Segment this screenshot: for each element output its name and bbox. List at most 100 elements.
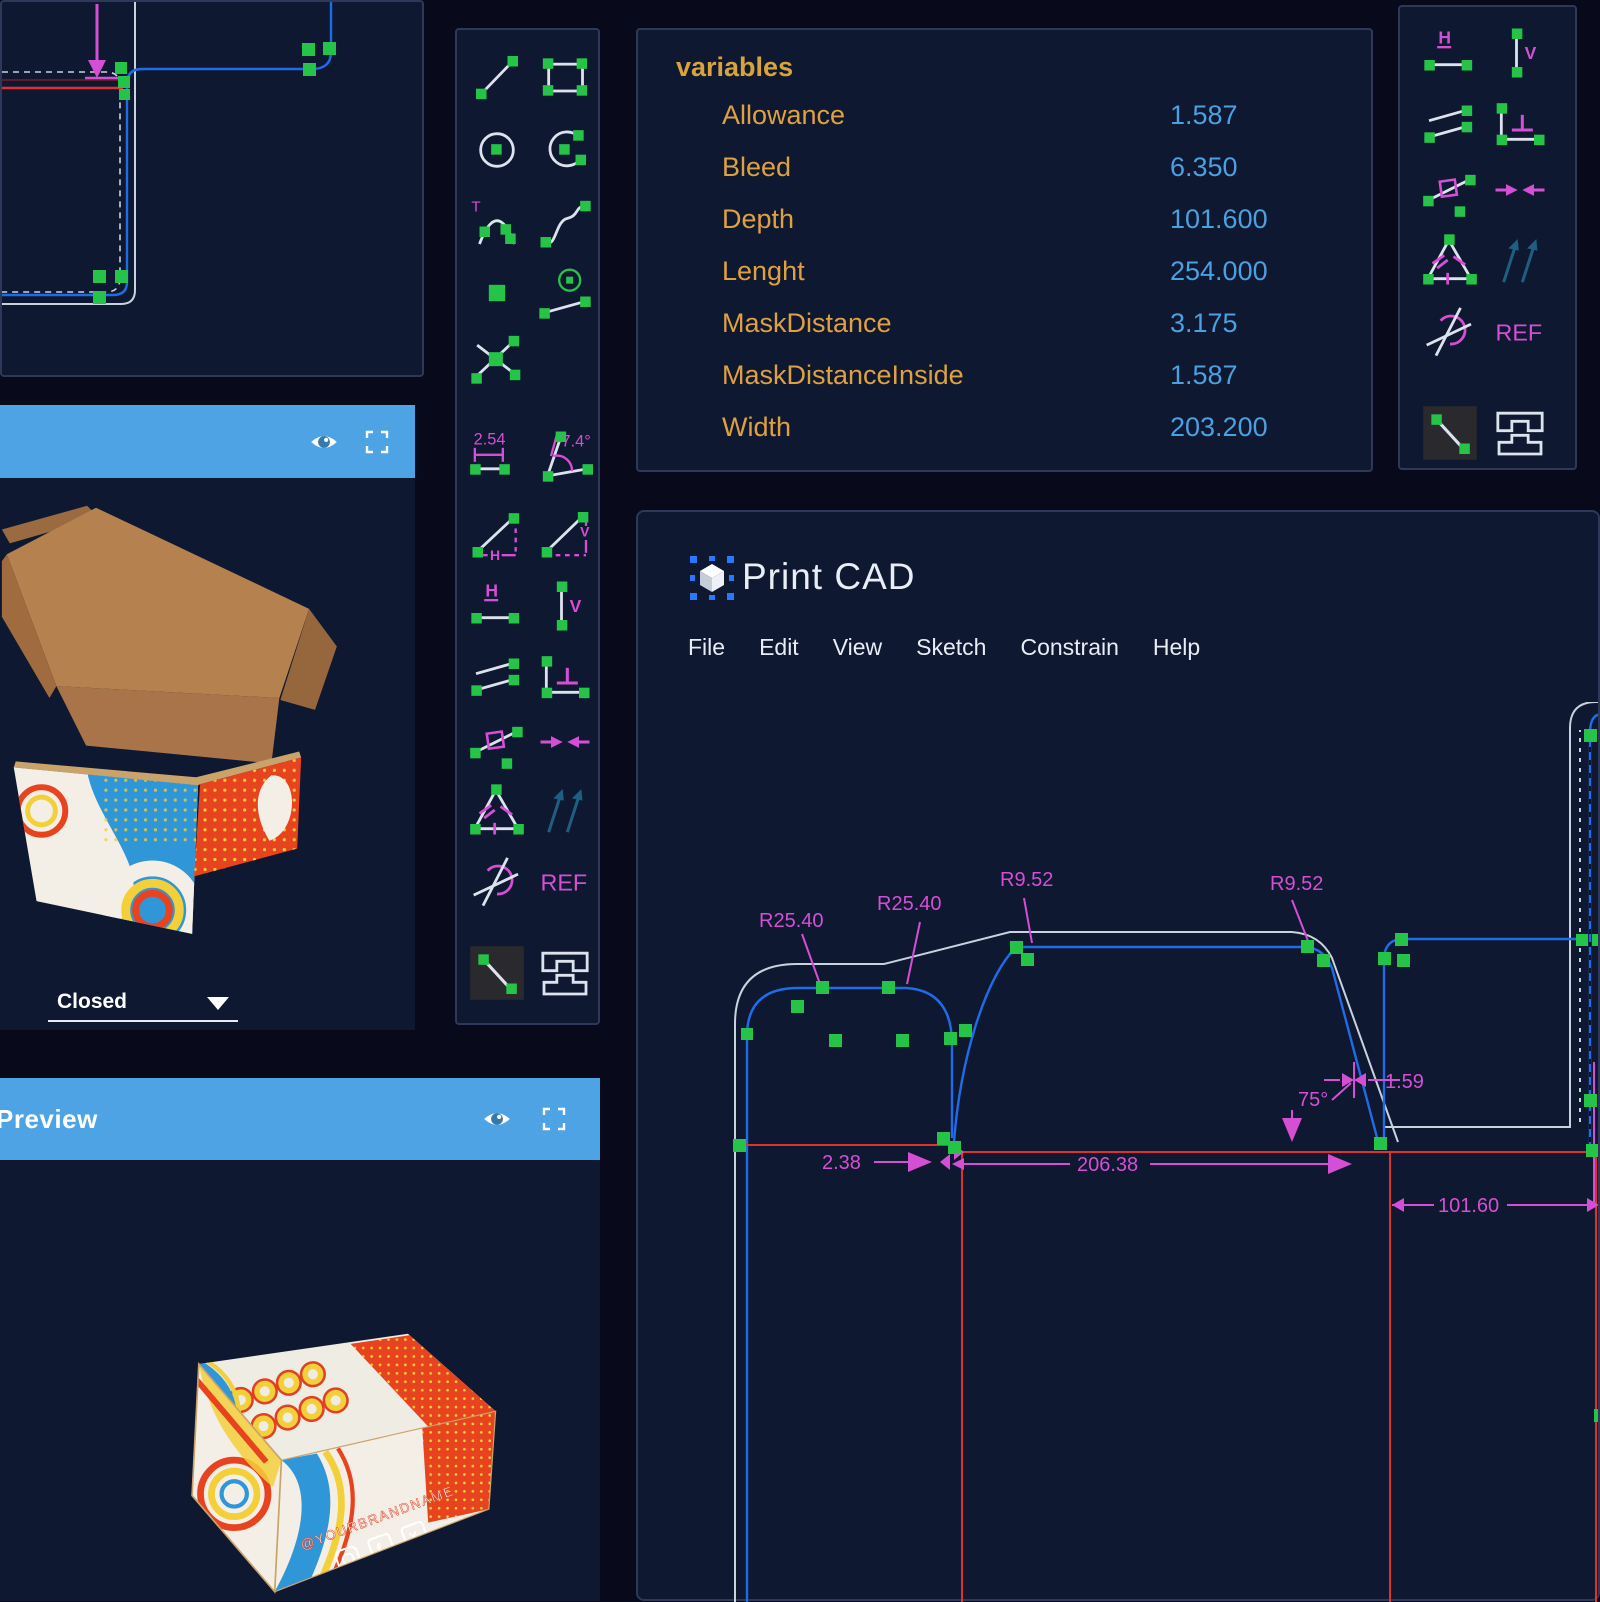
print-cad-logo [690, 556, 734, 600]
preview-panel-closed-header: Preview [0, 1078, 600, 1160]
menu-edit[interactable]: Edit [759, 634, 799, 661]
preview-panel-closed: Preview [0, 1078, 600, 1601]
open-box-3d-view[interactable] [0, 478, 415, 1030]
tool-dimension-angle[interactable]: 7.4° [537, 428, 593, 484]
svg-text:H: H [1438, 28, 1451, 48]
menu-view[interactable]: View [833, 634, 882, 661]
variable-name: Depth [722, 204, 794, 235]
tool-cross-lines[interactable] [469, 330, 525, 386]
fullscreen-icon[interactable] [365, 430, 389, 454]
tool-constraint-direction[interactable] [1492, 232, 1548, 288]
tool-spline[interactable] [537, 195, 593, 251]
tool-constraint-perpendicular[interactable] [1492, 95, 1548, 151]
variable-name: Bleed [722, 152, 791, 183]
corner-sketch-panel [0, 0, 424, 377]
dim-length-label: 2.38 [822, 1152, 861, 1174]
menu-constrain[interactable]: Constrain [1020, 634, 1118, 661]
svg-text:REF: REF [1496, 320, 1543, 346]
variables-title: variables [676, 52, 793, 83]
preview-panel-open: Closed [0, 405, 415, 1030]
tool-extrude[interactable] [1492, 405, 1548, 461]
dimension-annotations: R25.40 R25.40 R9.52 R9.52 2.38 206.38 1.… [759, 869, 1598, 1217]
menu-file[interactable]: File [688, 634, 725, 661]
tool-active-line[interactable] [1422, 405, 1478, 461]
tool-constraint-symmetric[interactable] [469, 782, 525, 838]
preview-panel-title: Preview [0, 1104, 98, 1135]
preview-panel-open-header [0, 405, 415, 478]
tool-reference-toggle[interactable]: REF [537, 852, 593, 908]
variable-value[interactable]: 3.175 [1170, 308, 1238, 339]
tool-constraint-perpendicular[interactable] [537, 648, 593, 704]
tool-reference-toggle[interactable]: REF [1492, 302, 1548, 358]
tool-constraint-direction[interactable] [537, 782, 593, 838]
variable-value[interactable]: 101.600 [1170, 204, 1268, 235]
variable-value[interactable]: 6.350 [1170, 152, 1238, 183]
menu-help[interactable]: Help [1153, 634, 1200, 661]
constraint-tool-palette: H V REF [1398, 5, 1577, 470]
svg-text:7.4°: 7.4° [562, 433, 591, 451]
tool-constraint-symmetric[interactable] [1422, 232, 1478, 288]
variable-name: MaskDistanceInside [722, 360, 964, 391]
svg-text:REF: REF [541, 870, 588, 896]
chevron-down-icon[interactable] [207, 997, 229, 1010]
app-title: Print CAD [742, 556, 915, 598]
variable-name: Allowance [722, 100, 845, 131]
tool-constraint-horizontal[interactable]: H [1422, 25, 1478, 81]
variable-name: Lenght [722, 256, 805, 287]
svg-text:V: V [580, 524, 590, 540]
variable-value[interactable]: 1.587 [1170, 360, 1238, 391]
variable-value[interactable]: 1.587 [1170, 100, 1238, 131]
tool-point[interactable] [469, 265, 525, 321]
variables-panel: variables Allowance 1.587 Bleed 6.350 De… [636, 28, 1373, 472]
dim-angle-label: 75° [1298, 1089, 1328, 1111]
tool-point-on-object[interactable] [469, 714, 525, 770]
tool-constraint-tangent[interactable] [1422, 302, 1478, 358]
tool-constraint-vertical[interactable]: V [537, 578, 593, 634]
corner-sketch-canvas[interactable] [2, 2, 422, 375]
main-cad-panel: Print CAD File Edit View Sketch Constrai… [636, 510, 1600, 1601]
visibility-icon[interactable] [309, 429, 339, 455]
dim-length-label: 1.59 [1385, 1071, 1424, 1093]
dim-radius-label: R25.40 [759, 910, 824, 932]
tool-constraint-coincident[interactable] [1492, 162, 1548, 218]
tool-constraint-tangent[interactable] [469, 852, 525, 908]
menu-sketch[interactable]: Sketch [916, 634, 986, 661]
variable-value[interactable]: 203.200 [1170, 412, 1268, 443]
tool-constraint-horizontal[interactable]: H [469, 578, 525, 634]
tool-conic[interactable]: T [469, 195, 525, 251]
closed-box-3d-view[interactable]: @YOURBRANDNAME f X [0, 1160, 600, 1601]
tool-rectangle[interactable] [537, 49, 593, 105]
svg-text:H: H [490, 547, 500, 561]
tool-tangent-point[interactable] [537, 265, 593, 321]
tool-point-on-object[interactable] [1422, 162, 1478, 218]
tool-constraint-coincident[interactable] [537, 714, 593, 770]
variable-name: Width [722, 412, 791, 443]
dim-radius-label: R25.40 [877, 893, 942, 915]
tool-arc[interactable] [537, 122, 593, 178]
tool-active-line[interactable] [469, 945, 525, 1001]
visibility-icon[interactable] [482, 1106, 512, 1132]
tool-constraint-parallel[interactable] [1422, 95, 1478, 151]
variable-value[interactable]: 254.000 [1170, 256, 1268, 287]
dim-length-label: 101.60 [1438, 1195, 1499, 1217]
variable-name: MaskDistance [722, 308, 892, 339]
tool-line[interactable] [469, 49, 525, 105]
fullscreen-icon[interactable] [542, 1107, 566, 1131]
tool-extrude[interactable] [537, 945, 593, 1001]
svg-text:H: H [485, 581, 498, 601]
tool-constraint-vertical[interactable]: V [1492, 25, 1548, 81]
tool-dimension-horizontal[interactable]: H [469, 505, 525, 561]
dropdown-underline [48, 1020, 238, 1022]
tool-constraint-parallel[interactable] [469, 648, 525, 704]
cad-drawing-canvas[interactable]: R25.40 R25.40 R9.52 R9.52 2.38 206.38 1.… [638, 702, 1598, 1602]
tool-dimension-vertical[interactable]: V [537, 505, 593, 561]
menu-bar: File Edit View Sketch Constrain Help [688, 634, 1200, 661]
tool-dimension-linear[interactable]: 2.54 [469, 428, 525, 484]
tool-circle[interactable] [469, 122, 525, 178]
svg-text:T: T [471, 198, 480, 215]
svg-text:V: V [570, 596, 582, 616]
dim-radius-label: R9.52 [1000, 869, 1053, 891]
dim-length-label: 206.38 [1077, 1154, 1138, 1176]
box-state-select[interactable]: Closed [57, 990, 127, 1014]
sketch-handles [733, 729, 1598, 1422]
